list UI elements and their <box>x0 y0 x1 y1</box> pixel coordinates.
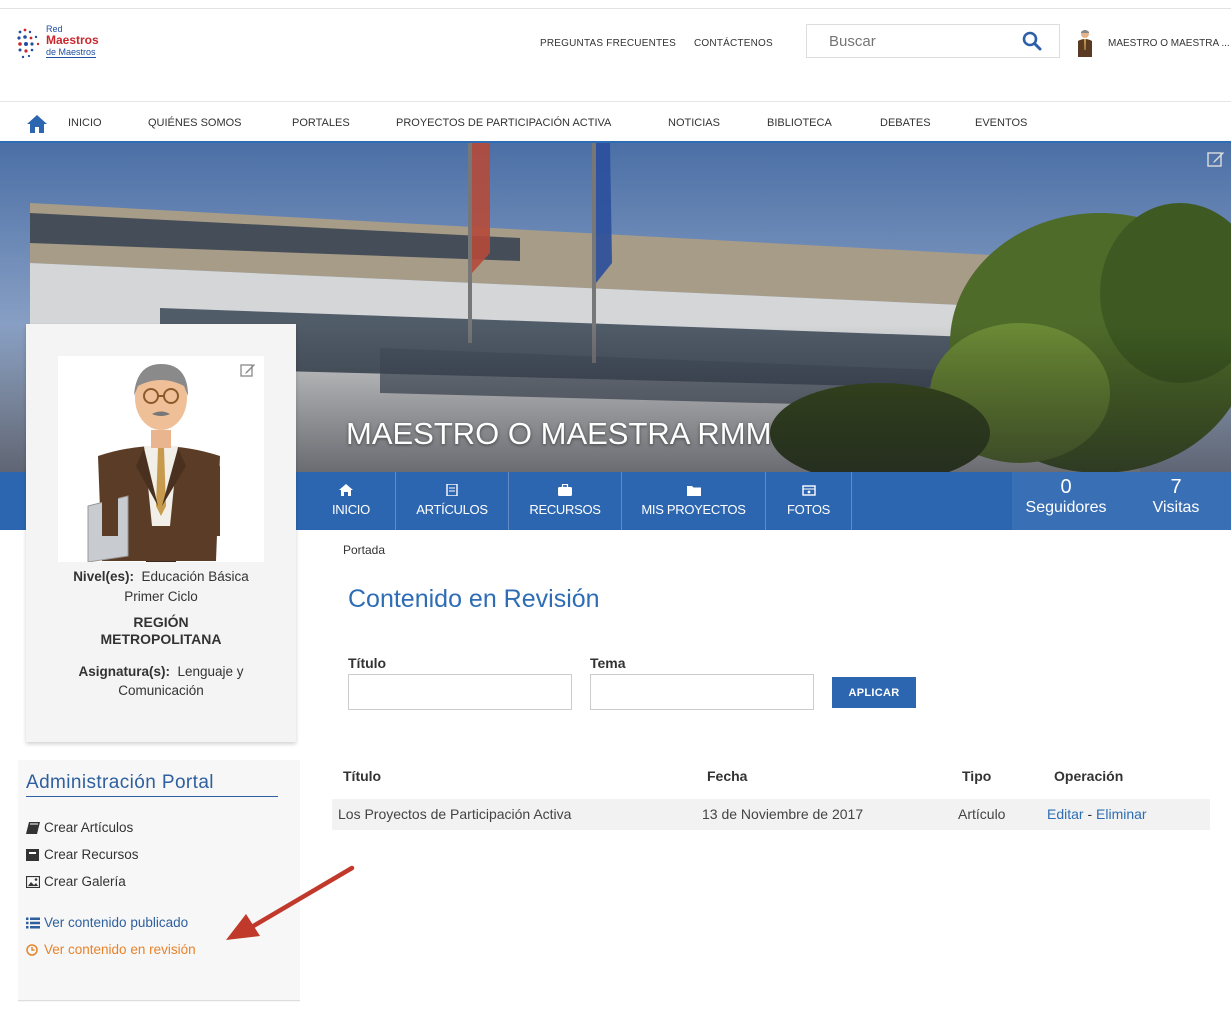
view-published-label: Ver contenido publicado <box>44 915 189 930</box>
top-border <box>0 0 1231 9</box>
article-icon <box>446 484 458 496</box>
admin-panel-title: Administración Portal <box>26 772 214 793</box>
nav-item-noticias[interactable]: NOTICIAS <box>668 117 720 129</box>
nav-item-inicio[interactable]: INICIO <box>68 117 102 129</box>
subject-label: Asignatura(s): <box>78 664 170 679</box>
followers-stat[interactable]: 0 Seguidores <box>1018 476 1114 518</box>
row-title-cell: Los Proyectos de Participación Activa <box>338 806 572 822</box>
user-avatar-icon[interactable] <box>1076 28 1094 58</box>
delete-link[interactable]: Eliminar <box>1096 806 1147 822</box>
logo-text-de-maestros: de Maestros <box>46 47 96 58</box>
create-resources-link[interactable]: Crear Recursos <box>26 847 139 862</box>
tab-recursos-label: RECURSOS <box>529 502 601 517</box>
logo-dots-icon <box>17 28 40 59</box>
admin-title-underline <box>26 796 278 797</box>
home-icon[interactable] <box>26 114 48 134</box>
view-in-review-label: Ver contenido en revisión <box>44 942 196 957</box>
tab-mis-proyectos[interactable]: MIS PROYECTOS <box>622 472 766 530</box>
column-header-date[interactable]: Fecha <box>707 768 747 784</box>
teacher-avatar-illustration <box>87 364 220 562</box>
title-filter-input[interactable] <box>348 674 572 710</box>
resource-icon <box>26 848 39 861</box>
create-gallery-label: Crear Galería <box>44 874 126 889</box>
search-icon[interactable] <box>1022 31 1042 51</box>
topic-filter-input[interactable] <box>590 674 814 710</box>
view-published-link[interactable]: Ver contenido publicado <box>26 915 188 930</box>
logo-text-maestros: Maestros <box>46 33 99 47</box>
profile-subject: Asignatura(s): Lenguaje y <box>36 663 286 681</box>
tab-articulos[interactable]: ARTÍCULOS <box>396 472 509 530</box>
apply-filter-button[interactable]: APLICAR <box>832 677 916 708</box>
tab-fotos[interactable]: FOTOS <box>766 472 852 530</box>
region-line1: REGIÓN <box>133 614 189 630</box>
tab-articulos-label: ARTÍCULOS <box>416 502 488 517</box>
title-filter-label: Título <box>348 655 387 671</box>
column-header-title[interactable]: Título <box>343 768 381 784</box>
tab-inicio-label: INICIO <box>332 502 370 517</box>
edit-banner-icon[interactable] <box>1207 150 1225 168</box>
nav-item-portales[interactable]: PORTALES <box>292 117 350 129</box>
briefcase-icon <box>558 484 572 496</box>
tab-fotos-label: FOTOS <box>786 502 831 517</box>
region-line2: METROPOLITANA <box>100 631 222 647</box>
nav-item-biblioteca[interactable]: BIBLIOTECA <box>767 117 832 129</box>
page-title: Contenido en Revisión <box>348 585 600 613</box>
row-operation-cell: Editar - Eliminar <box>1047 806 1147 822</box>
folder-icon <box>686 486 701 496</box>
visits-label: Visitas <box>1152 499 1200 516</box>
column-header-type[interactable]: Tipo <box>962 768 991 784</box>
nav-item-debates[interactable]: DEBATES <box>880 117 931 129</box>
profile-level: Nivel(es): Educación Básica <box>36 568 286 586</box>
subject-value-2: Comunicación <box>118 683 204 698</box>
column-header-operation: Operación <box>1054 768 1124 784</box>
visits-stat: 7 Visitas <box>1140 476 1212 518</box>
edit-profile-icon[interactable] <box>240 362 256 378</box>
create-resources-label: Crear Recursos <box>44 847 139 862</box>
profile-region: REGIÓN METROPOLITANA <box>36 614 286 648</box>
home-icon <box>338 484 353 496</box>
create-articles-link[interactable]: Crear Artículos <box>26 820 133 835</box>
level-value: Educación Básica <box>141 569 249 584</box>
followers-count: 0 <box>1060 476 1072 498</box>
create-gallery-link[interactable]: Crear Galería <box>26 874 126 889</box>
nav-top-divider <box>0 101 1231 102</box>
contact-link[interactable]: CONTÁCTENOS <box>694 38 773 49</box>
site-logo[interactable]: Red Maestros de Maestros <box>16 24 126 66</box>
create-articles-label: Crear Artículos <box>44 820 134 835</box>
nav-item-proyectos[interactable]: PROYECTOS DE PARTICIPACIÓN ACTIVA <box>396 117 611 129</box>
admin-panel-bottom-border <box>18 1000 300 1001</box>
tab-inicio[interactable]: INICIO <box>296 472 396 530</box>
nav-item-eventos[interactable]: EVENTOS <box>975 117 1027 129</box>
profile-name-title: MAESTRO O MAESTRA RMM <box>346 416 772 451</box>
book-icon <box>26 821 40 834</box>
row-type-cell: Artículo <box>958 806 1006 822</box>
breadcrumb-home-link[interactable]: Portada <box>343 543 385 557</box>
list-icon <box>26 917 40 928</box>
profile-avatar[interactable] <box>58 356 264 562</box>
level-label: Nivel(es): <box>73 569 134 584</box>
user-name-link[interactable]: MAESTRO O MAESTRA ... <box>1108 38 1230 49</box>
visits-count: 7 <box>1170 476 1182 498</box>
view-in-review-link[interactable]: Ver contenido en revisión <box>26 942 196 957</box>
edit-link[interactable]: Editar <box>1047 806 1084 822</box>
row-date-cell: 13 de Noviembre de 2017 <box>702 806 864 822</box>
tab-mis-proyectos-label: MIS PROYECTOS <box>641 502 746 517</box>
subject-value: Lenguaje y <box>177 664 244 679</box>
operation-separator: - <box>1083 806 1097 822</box>
nav-item-quienes-somos[interactable]: QUIÉNES SOMOS <box>148 117 242 129</box>
breadcrumb: Portada <box>343 543 385 557</box>
level-value-2: Primer Ciclo <box>124 589 198 604</box>
followers-label: Seguidores <box>1025 499 1107 516</box>
tab-recursos[interactable]: RECURSOS <box>509 472 622 530</box>
image-icon <box>26 875 40 888</box>
faq-link[interactable]: PREGUNTAS FRECUENTES <box>540 38 676 49</box>
annotation-arrow-icon <box>226 865 355 940</box>
clock-icon <box>26 943 38 956</box>
topic-filter-label: Tema <box>590 655 626 671</box>
photo-icon <box>801 485 816 496</box>
